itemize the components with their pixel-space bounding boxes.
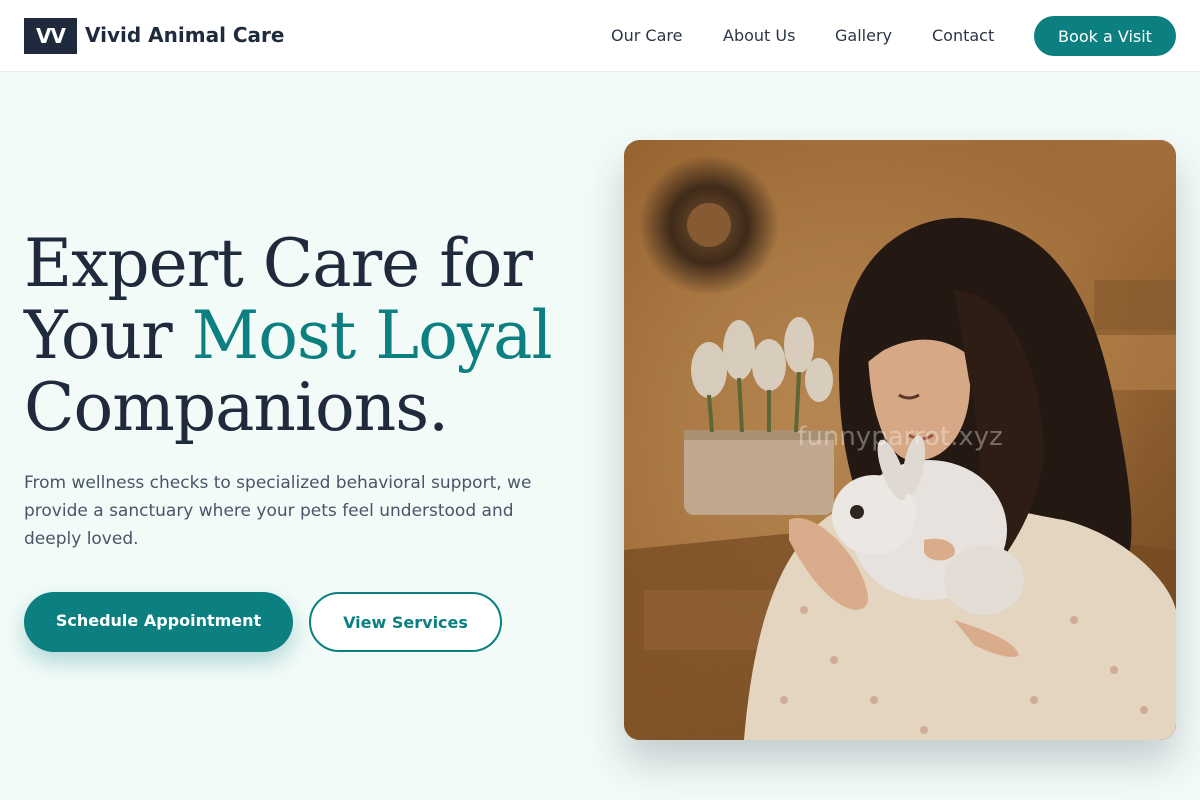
nav-link-gallery[interactable]: Gallery — [835, 26, 892, 45]
brand-name[interactable]: Vivid Animal Care — [85, 23, 284, 47]
hero-title: Expert Care for Your Most Loyal Companio… — [24, 228, 584, 444]
nav-link-our-care[interactable]: Our Care — [611, 26, 682, 45]
hero-title-line2-start: Your — [24, 297, 192, 374]
hero-title-accent: Most Loyal — [191, 297, 553, 374]
schedule-appointment-button[interactable]: Schedule Appointment — [24, 592, 293, 652]
image-watermark: funnyparrot.xyz — [797, 422, 1003, 452]
book-visit-button[interactable]: Book a Visit — [1034, 16, 1176, 56]
hero-title-line3: Companions. — [24, 369, 449, 446]
nav-link-about-us[interactable]: About Us — [723, 26, 795, 45]
hero-description: From wellness checks to specialized beha… — [24, 473, 532, 549]
hero-photo: funnyparrot.xyz — [624, 140, 1176, 740]
logo-mark[interactable]: VV — [24, 18, 77, 54]
nav-link-contact[interactable]: Contact — [932, 26, 994, 45]
hero-title-line1: Expert Care for — [24, 225, 533, 302]
view-services-button[interactable]: View Services — [309, 592, 502, 652]
site-header: VV Vivid Animal Care Our Care About Us G… — [0, 0, 1200, 72]
